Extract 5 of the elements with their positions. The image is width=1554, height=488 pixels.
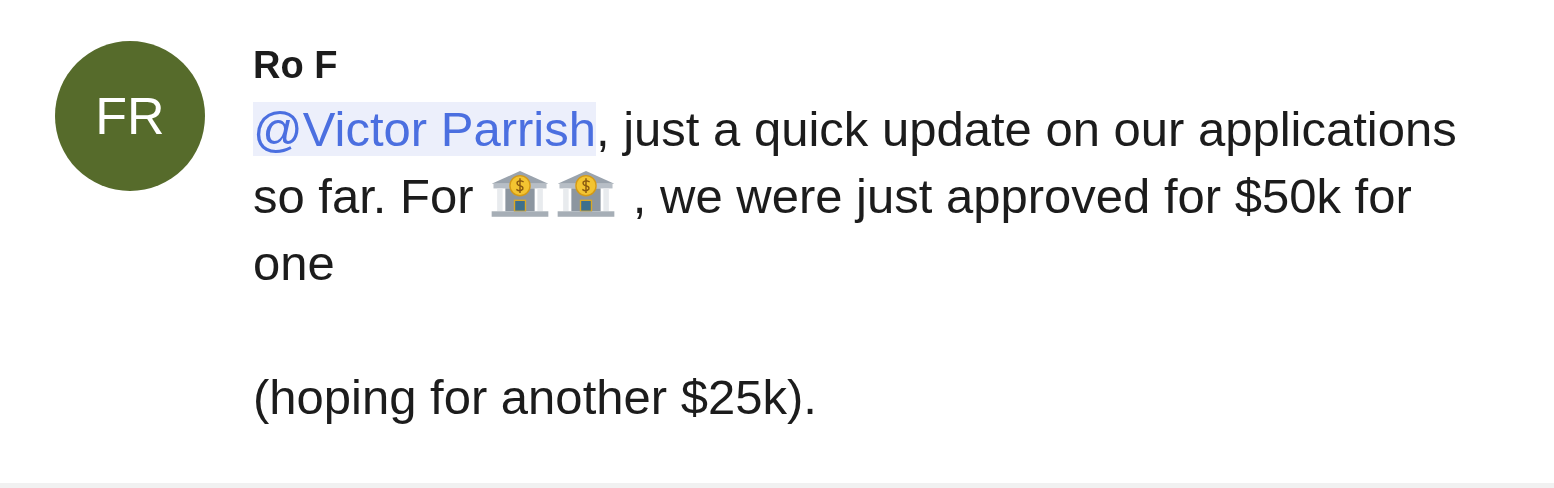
avatar-initials: FR	[95, 86, 165, 146]
author-name: Ro F	[253, 43, 339, 88]
message-text: @Victor Parrish, just a quick update on our applications so far. For , we were just approved for $50k for one	[253, 101, 1458, 292]
mention-link[interactable]: @Victor Parrish	[253, 102, 596, 156]
message-text: (hoping for another $25k).	[253, 369, 818, 426]
